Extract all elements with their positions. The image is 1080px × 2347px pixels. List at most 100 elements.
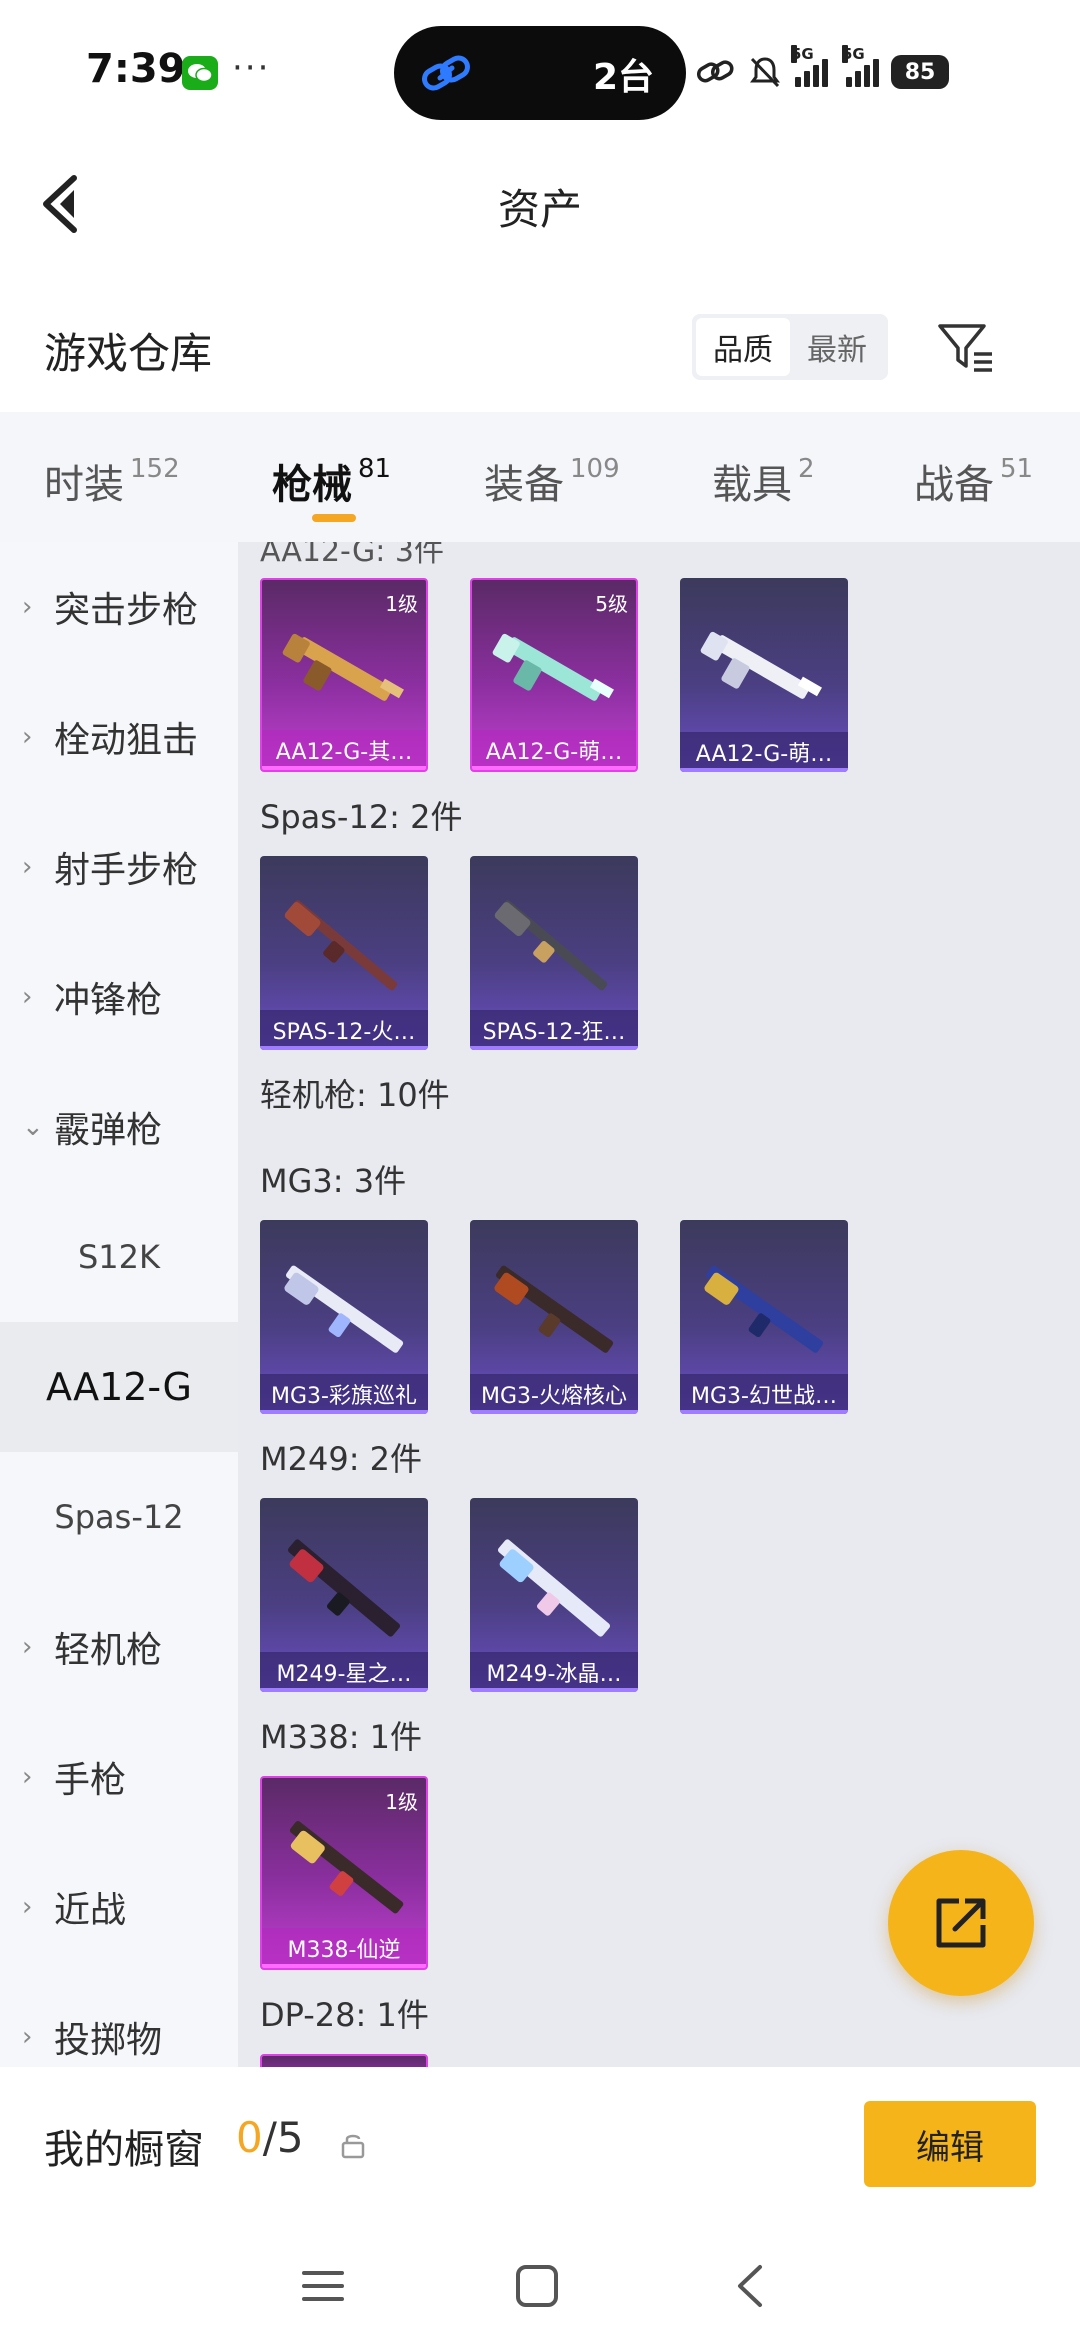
sidebar-item-marksman-rifle[interactable]: › 射手步枪 [0,802,238,932]
chevron-right-icon: › [22,1632,33,1662]
app-header: 资产 [0,140,1080,270]
showcase-count: 0/5 [236,2113,304,2162]
shotgun-icon [284,900,398,991]
signal-icon-2: 5G [842,45,879,87]
sidebar-item-lmg[interactable]: › 轻机枪 [0,1582,238,1712]
weapon-card[interactable]: M249-冰晶… [470,1498,638,1692]
tab-equipment[interactable]: 装备 109 [484,452,620,510]
chevron-right-icon: › [22,2022,33,2052]
weapon-name: M249-星之… [260,1652,428,1692]
back-nav-icon[interactable] [726,2261,776,2311]
rarity-bar [680,768,848,772]
chevron-right-icon: › [22,1762,33,1792]
rarity-bar [260,1688,428,1692]
machine-gun-icon [494,1265,614,1353]
chevron-right-icon: › [22,722,33,752]
chevron-down-icon: ⌄ [22,1112,44,1142]
page-title: 资产 [497,185,582,234]
tab-vehicles[interactable]: 载具 2 [712,452,815,510]
category-tabs: 时装 152 枪械 81 装备 109 载具 2 战备 51 [0,412,1080,542]
weapon-card[interactable]: 1级 AA12-G-其… [260,578,428,772]
machine-gun-icon [497,1539,611,1637]
tab-weapons[interactable]: 枪械 81 [272,452,391,510]
weapon-name: M249-冰晶… [470,1652,638,1692]
group-label: 轻机枪: 10件 [260,1076,450,1114]
tab-combat-supplies[interactable]: 战备 51 [914,452,1033,510]
group-label: Spas-12: 2件 [260,798,463,836]
sidebar-item-label: 射手步枪 [54,850,199,891]
machine-gun-icon [287,1539,401,1637]
weapon-card[interactable]: SPAS-12-狂… [470,856,638,1050]
home-icon[interactable] [512,2261,562,2311]
lock-icon [341,2134,365,2159]
weapon-card[interactable]: AA12-G-萌… [680,578,848,772]
sidebar-item-label: 手枪 [54,1760,127,1801]
weapon-card[interactable]: MG3-火熔核心 [470,1220,638,1414]
weapon-category-sidebar: › 突击步枪 › 栓动狙击 › 射手步枪 › 冲锋枪 ⌄ 霰弹枪 S12K AA… [0,542,238,2067]
shotgun-icon [282,633,404,701]
rarity-bar [680,1410,848,1414]
weapon-card-partial[interactable] [260,2054,428,2067]
sidebar-item-label: 近战 [54,1890,127,1931]
weapon-card[interactable]: 1级 M338-仙逆 [260,1776,428,1970]
weapon-card[interactable]: MG3-幻世战… [680,1220,848,1414]
rifle-icon [289,1821,404,1914]
weapon-card[interactable]: MG3-彩旗巡礼 [260,1220,428,1414]
battery-icon: 85 [891,55,949,89]
edit-button[interactable]: 编辑 [864,2101,1036,2187]
weapon-name: AA12-G-其… [262,730,426,770]
device-count: 2台 [592,57,654,98]
sidebar-item-pistol[interactable]: › 手枪 [0,1712,238,1842]
rarity-bar [260,1410,428,1414]
group-label: MG3: 3件 [260,1162,407,1200]
machine-gun-icon [284,1265,404,1353]
sidebar-item-label: 冲锋枪 [54,980,163,1021]
mute-bell-icon [750,57,780,88]
filter-icon[interactable] [934,316,996,378]
rarity-bar [262,766,426,770]
weapon-grid: AA12-G: 3件 1级 AA12-G-其… 5级 AA12-G-萌… AA1… [238,542,1080,2067]
chevron-right-icon: › [22,1892,33,1922]
link-icon [422,55,470,91]
dynamic-island[interactable]: 2台 [394,26,686,120]
menu-icon[interactable] [298,2261,348,2311]
sidebar-item-bolt-sniper[interactable]: › 栓动狙击 [0,672,238,802]
more-notifications-icon: ··· [232,48,271,88]
rarity-bar [260,1046,428,1050]
group-label: DP-28: 1件 [260,1996,429,2034]
machine-gun-icon [704,1265,824,1353]
group-label: AA12-G: 3件 [260,542,444,569]
weapon-name: AA12-G-萌… [680,732,848,772]
sidebar-subitem-spas12[interactable]: Spas-12 [0,1452,238,1582]
rarity-bar [472,766,636,770]
sidebar-subitem-s12k[interactable]: S12K [0,1192,238,1322]
weapon-card[interactable]: M249-星之… [260,1498,428,1692]
sidebar-item-assault-rifle[interactable]: › 突击步枪 [0,542,238,672]
weapon-name: SPAS-12-火… [260,1010,428,1050]
weapon-name: AA12-G-萌… [472,730,636,770]
sort-toggle: 品质 最新 [692,314,888,380]
tab-fashion[interactable]: 时装 152 [44,452,180,510]
sort-quality-option[interactable]: 品质 [696,318,790,376]
status-bar: 7:39 ··· 2台 5G 5G 85 [0,0,1080,140]
sidebar-item-label: 轻机枪 [54,1630,163,1671]
sidebar-item-label: 霰弹枪 [54,1110,163,1151]
weapon-name: SPAS-12-狂… [470,1010,638,1050]
shotgun-icon [700,631,822,699]
share-button[interactable] [888,1850,1034,1996]
weapon-card[interactable]: 5级 AA12-G-萌… [470,578,638,772]
rarity-bar [470,1046,638,1050]
sidebar-item-smg[interactable]: › 冲锋枪 [0,932,238,1062]
sidebar-item-label: 投掷物 [54,2020,163,2061]
sidebar-subitem-aa12g[interactable]: AA12-G [0,1322,238,1452]
sidebar-item-label: 突击步枪 [54,590,199,631]
link-status-icon [696,60,734,83]
system-nav-bar [0,2227,1080,2347]
showcase-title: 我的橱窗 [44,2127,204,2173]
sort-newest-option[interactable]: 最新 [790,318,884,376]
sidebar-item-melee[interactable]: › 近战 [0,1842,238,1972]
sidebar-item-shotgun[interactable]: ⌄ 霰弹枪 [0,1062,238,1192]
wechat-icon [182,56,218,90]
shotgun-icon [494,900,608,991]
weapon-card[interactable]: SPAS-12-火… [260,856,428,1050]
